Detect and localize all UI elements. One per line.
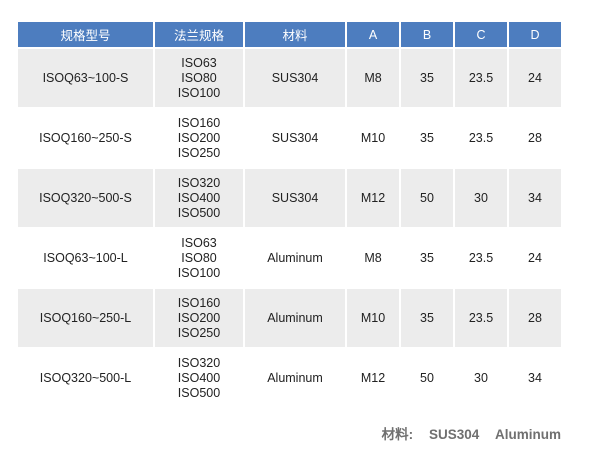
cell-flange: ISO320 ISO400 ISO500	[155, 349, 243, 407]
flange-item: ISO320	[177, 355, 221, 370]
flange-item: ISO250	[177, 325, 221, 340]
cell-a: M10	[347, 109, 399, 167]
header-a: A	[347, 22, 399, 47]
header-row: 规格型号 法兰规格 材料 A B C D	[18, 22, 561, 47]
flange-item: ISO250	[177, 145, 221, 160]
flange-item: ISO500	[177, 205, 221, 220]
cell-a: M12	[347, 169, 399, 227]
cell-d: 24	[509, 229, 561, 287]
cell-b: 35	[401, 229, 453, 287]
cell-model: ISOQ320~500-L	[18, 349, 153, 407]
cell-b: 50	[401, 169, 453, 227]
table-row: ISOQ160~250-S ISO160 ISO200 ISO250 SUS30…	[18, 109, 561, 167]
flange-item: ISO400	[177, 370, 221, 385]
cell-material: SUS304	[245, 109, 345, 167]
cell-material: SUS304	[245, 49, 345, 107]
cell-d: 34	[509, 349, 561, 407]
cell-a: M12	[347, 349, 399, 407]
cell-c: 30	[455, 349, 507, 407]
cell-flange: ISO63 ISO80 ISO100	[155, 229, 243, 287]
header-model: 规格型号	[18, 22, 153, 47]
cell-c: 23.5	[455, 289, 507, 347]
cell-d: 28	[509, 109, 561, 167]
cell-model: ISOQ160~250-S	[18, 109, 153, 167]
cell-d: 28	[509, 289, 561, 347]
table-row: ISOQ320~500-L ISO320 ISO400 ISO500 Alumi…	[18, 349, 561, 407]
material-note-sus304: SUS304	[428, 427, 480, 442]
cell-d: 24	[509, 49, 561, 107]
cell-c: 23.5	[455, 49, 507, 107]
cell-material: Aluminum	[245, 349, 345, 407]
cell-model: ISOQ63~100-L	[18, 229, 153, 287]
flange-item: ISO63	[181, 55, 217, 70]
flange-item: ISO400	[177, 190, 221, 205]
cell-c: 23.5	[455, 229, 507, 287]
cell-material: Aluminum	[245, 289, 345, 347]
cell-flange: ISO63 ISO80 ISO100	[155, 49, 243, 107]
flange-item: ISO160	[177, 295, 221, 310]
flange-item: ISO80	[181, 250, 217, 265]
table-row: ISOQ320~500-S ISO320 ISO400 ISO500 SUS30…	[18, 169, 561, 227]
cell-flange: ISO320 ISO400 ISO500	[155, 169, 243, 227]
flange-item: ISO200	[177, 310, 221, 325]
material-note-label: 材料:	[381, 427, 414, 442]
cell-c: 30	[455, 169, 507, 227]
header-b: B	[401, 22, 453, 47]
flange-item: ISO160	[177, 115, 221, 130]
cell-b: 35	[401, 109, 453, 167]
cell-model: ISOQ63~100-S	[18, 49, 153, 107]
flange-item: ISO100	[177, 265, 221, 280]
flange-item: ISO200	[177, 130, 221, 145]
cell-model: ISOQ320~500-S	[18, 169, 153, 227]
cell-flange: ISO160 ISO200 ISO250	[155, 289, 243, 347]
material-note-aluminum: Aluminum	[495, 427, 561, 442]
cell-c: 23.5	[455, 109, 507, 167]
cell-d: 34	[509, 169, 561, 227]
flange-item: ISO320	[177, 175, 221, 190]
material-note: 材料: SUS304 Aluminum	[382, 423, 561, 443]
header-flange: 法兰规格	[155, 22, 243, 47]
table-row: ISOQ63~100-S ISO63 ISO80 ISO100 SUS304 M…	[18, 49, 561, 107]
cell-b: 35	[401, 49, 453, 107]
flange-item: ISO100	[177, 85, 221, 100]
cell-material: SUS304	[245, 169, 345, 227]
cell-b: 50	[401, 349, 453, 407]
cell-flange: ISO160 ISO200 ISO250	[155, 109, 243, 167]
flange-item: ISO63	[181, 235, 217, 250]
cell-a: M10	[347, 289, 399, 347]
table-row: ISOQ63~100-L ISO63 ISO80 ISO100 Aluminum…	[18, 229, 561, 287]
flange-item: ISO80	[181, 70, 217, 85]
cell-a: M8	[347, 229, 399, 287]
cell-b: 35	[401, 289, 453, 347]
spec-table: 规格型号 法兰规格 材料 A B C D ISOQ63~100-S ISO63 …	[16, 20, 563, 409]
header-c: C	[455, 22, 507, 47]
cell-material: Aluminum	[245, 229, 345, 287]
cell-model: ISOQ160~250-L	[18, 289, 153, 347]
header-material: 材料	[245, 22, 345, 47]
table-row: ISOQ160~250-L ISO160 ISO200 ISO250 Alumi…	[18, 289, 561, 347]
flange-item: ISO500	[177, 385, 221, 400]
cell-a: M8	[347, 49, 399, 107]
header-d: D	[509, 22, 561, 47]
